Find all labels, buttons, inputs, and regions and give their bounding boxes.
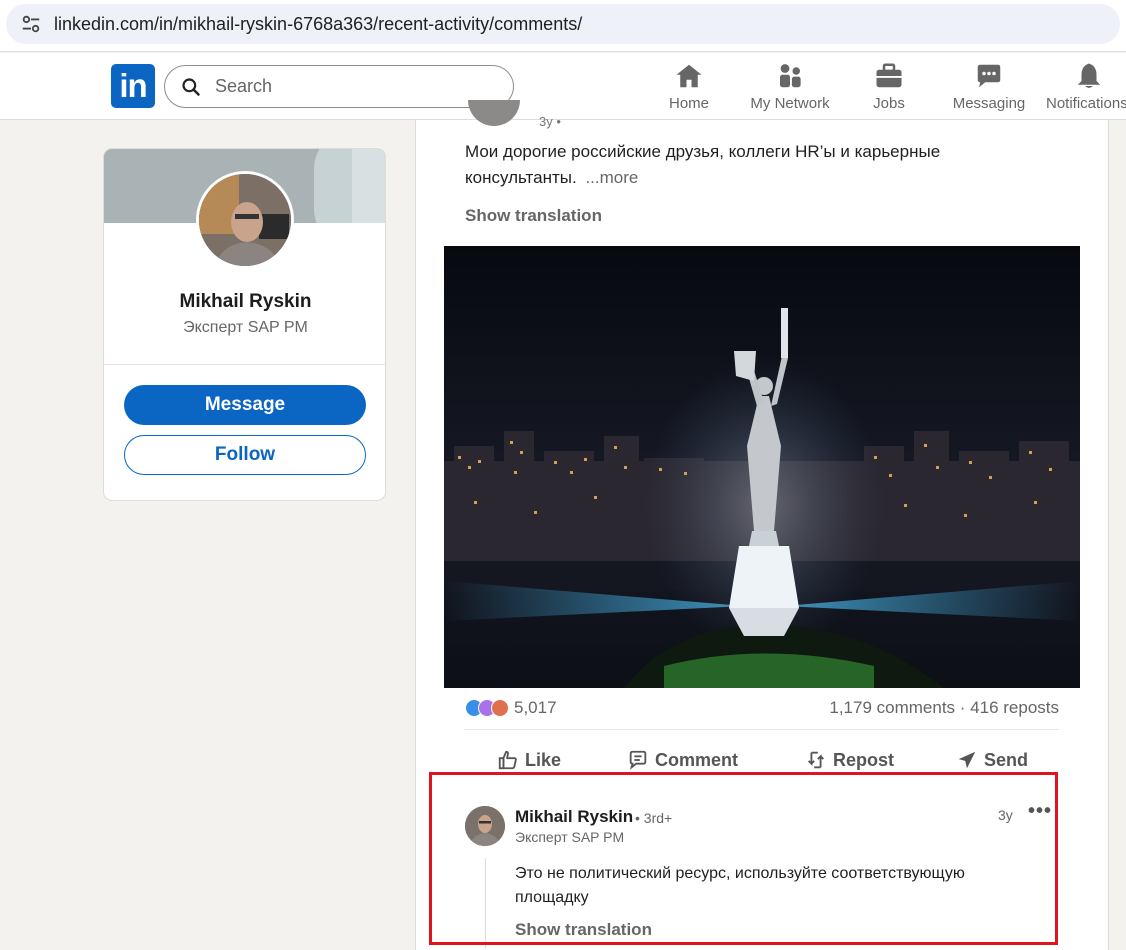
see-more-link[interactable]: ...more (585, 168, 638, 187)
nav-messaging-label: Messaging (952, 95, 1026, 112)
actions-divider (465, 729, 1059, 730)
send-icon (958, 751, 976, 769)
profile-name[interactable]: Mikhail Ryskin (104, 291, 385, 313)
network-icon (780, 64, 801, 88)
repost-button[interactable]: Repost (805, 746, 894, 774)
post-author-avatar[interactable] (468, 100, 520, 126)
briefcase-icon (876, 63, 902, 88)
send-button[interactable]: Send (956, 746, 1028, 774)
address-url[interactable]: linkedin.com/in/mikhail-ryskin-6768a363/… (54, 14, 582, 35)
address-field[interactable]: linkedin.com/in/mikhail-ryskin-6768a363/… (6, 4, 1120, 44)
highlight-box (429, 772, 1058, 945)
bell-icon (1077, 63, 1101, 88)
thumbs-up-icon (498, 750, 517, 770)
card-divider (104, 364, 385, 365)
like-label: Like (525, 749, 562, 770)
nav-notifications-label: Notifications (1046, 95, 1126, 112)
comments-reposts-count[interactable]: 1,179 comments · 416 reposts (829, 698, 1059, 718)
post-text: Мои дорогие российские друзья, коллеги H… (465, 139, 1025, 191)
reaction-summary[interactable]: 5,017 (465, 698, 557, 718)
search-icon (182, 77, 200, 96)
profile-card: Mikhail Ryskin Эксперт SAP PM Message Fo… (103, 148, 386, 501)
tune-icon[interactable] (20, 13, 42, 35)
messaging-icon (977, 64, 1001, 88)
top-navigation: in Home My Network Jobs Messaging Notifi… (0, 53, 1126, 120)
nav-notifications[interactable]: Notifications (1046, 61, 1126, 117)
repost-label: Repost (833, 749, 895, 770)
home-icon (676, 64, 702, 88)
follow-button[interactable]: Follow (124, 435, 366, 475)
post-show-translation[interactable]: Show translation (465, 206, 602, 226)
post-text-body: Мои дорогие российские друзья, коллеги H… (465, 142, 941, 187)
reaction-count: 5,017 (514, 698, 557, 717)
like-button[interactable]: Like (497, 746, 561, 774)
comment-icon (629, 750, 647, 770)
repost-icon (808, 751, 824, 769)
nav-messaging[interactable]: Messaging (951, 61, 1027, 117)
nav-jobs-label: Jobs (873, 95, 905, 112)
send-label: Send (984, 749, 1029, 770)
message-button[interactable]: Message (124, 385, 366, 425)
search-box[interactable] (164, 65, 514, 108)
nav-home-label: Home (668, 95, 709, 112)
love-reaction-icon (491, 699, 509, 717)
nav-jobs[interactable]: Jobs (867, 61, 911, 117)
comment-label: Comment (655, 749, 739, 770)
reaction-icons (465, 699, 509, 717)
profile-headline: Эксперт SAP PM (183, 319, 308, 336)
linkedin-logo[interactable]: in (111, 64, 155, 108)
browser-address-bar: linkedin.com/in/mikhail-ryskin-6768a363/… (0, 0, 1126, 52)
search-input[interactable] (215, 76, 495, 97)
comment-button[interactable]: Comment (627, 746, 738, 774)
post-image[interactable] (444, 246, 1080, 688)
nav-my-network[interactable]: My Network (745, 61, 835, 117)
profile-avatar[interactable] (196, 171, 294, 269)
post-time: 3y • (539, 114, 561, 129)
nav-my-network-label: My Network (750, 95, 830, 112)
nav-home[interactable]: Home (666, 61, 712, 117)
